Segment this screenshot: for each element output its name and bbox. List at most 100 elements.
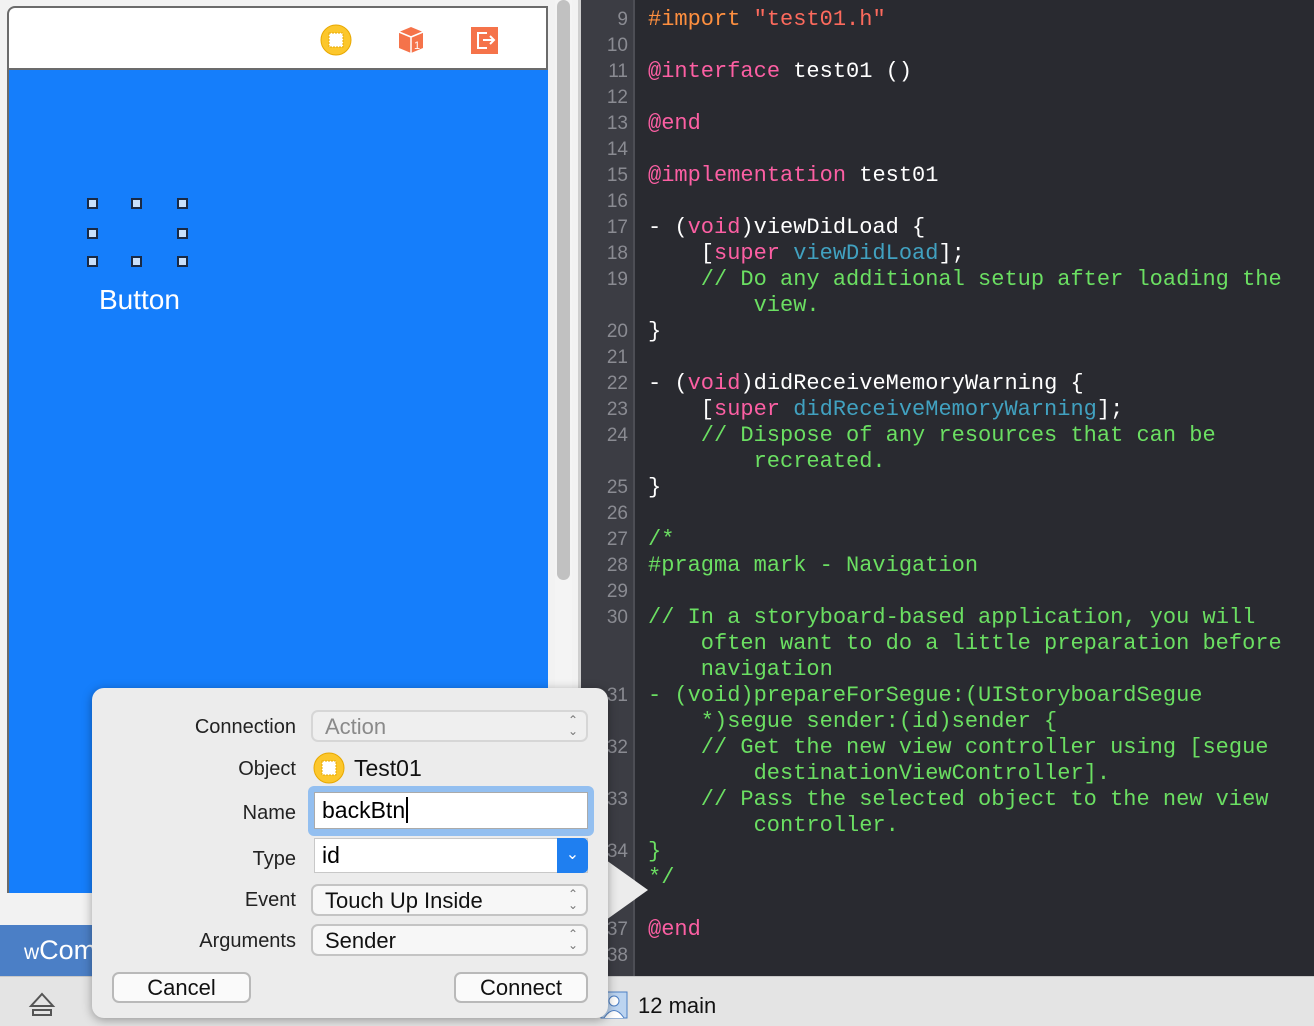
code-line[interactable]: // Dispose of any resources that can be <box>701 423 1216 449</box>
code-token-plain: )viewDidLoad { <box>740 215 926 240</box>
connection-popover: Connection Action ⌃ ⌄ Object Test01 Name b… <box>92 688 608 1018</box>
code-token-keyword: void <box>687 215 741 240</box>
code-line[interactable]: // Do any additional setup after loading… <box>701 267 1282 293</box>
code-token-comment: controller. <box>753 813 899 838</box>
name-label: Name <box>242 802 296 824</box>
code-line[interactable]: // Get the new view controller using [se… <box>701 735 1269 761</box>
code-editor[interactable] <box>635 0 1314 976</box>
arguments-value: Sender <box>325 928 396 953</box>
code-token-comment: #pragma mark - Navigation <box>648 553 979 578</box>
code-token-comment: */ <box>648 865 675 890</box>
code-line[interactable]: @implementation test01 <box>648 163 938 189</box>
code-line[interactable]: often want to do a little preparation be… <box>701 631 1282 657</box>
code-line[interactable]: @end <box>648 111 701 137</box>
code-token-plain: - ( <box>648 371 688 396</box>
code-line[interactable]: } <box>648 839 661 865</box>
resize-handle[interactable] <box>87 228 98 239</box>
resize-handle[interactable] <box>177 256 188 267</box>
code-line[interactable]: [super didReceiveMemoryWarning]; <box>701 397 1123 423</box>
type-combobox[interactable]: id ⌄ <box>314 838 588 873</box>
name-field[interactable]: backBtn <box>314 792 588 829</box>
connection-select[interactable]: Action ⌃ ⌄ <box>311 710 588 742</box>
code-line[interactable]: // In a storyboard-based application, yo… <box>648 605 1255 631</box>
connect-button[interactable]: Connect <box>454 972 588 1003</box>
code-token-method: viewDidLoad <box>793 241 939 266</box>
code-line[interactable]: /* <box>648 527 674 553</box>
canvas-scroll-thumb[interactable] <box>557 0 570 580</box>
code-line[interactable]: #pragma mark - Navigation <box>648 553 978 579</box>
object-library-item[interactable]: wCom <box>0 925 96 976</box>
line-number: 25 <box>606 477 628 498</box>
line-number: 29 <box>606 581 628 602</box>
eject-icon[interactable] <box>28 991 56 1017</box>
line-number: 22 <box>606 373 628 394</box>
exit-icon[interactable] <box>469 24 501 56</box>
item-label: Com <box>39 935 97 965</box>
code-token-plain: )didReceiveMemoryWarning { <box>740 371 1084 396</box>
code-line[interactable]: // Pass the selected object to the new v… <box>701 787 1269 813</box>
code-token-comment: // Pass the selected object to the new v… <box>700 787 1269 812</box>
branch-label: 12 main <box>638 993 717 1018</box>
code-line[interactable]: */ <box>648 865 674 891</box>
button-element[interactable]: Button <box>99 284 180 316</box>
code-token-plain: ]; <box>1096 397 1124 422</box>
resize-handle[interactable] <box>131 198 142 209</box>
code-line[interactable]: navigation <box>701 657 833 683</box>
code-line[interactable]: @interface test01 () <box>648 59 912 85</box>
line-number: 24 <box>606 425 628 446</box>
resize-handle[interactable] <box>131 256 142 267</box>
code-line[interactable]: - (void)prepareForSegue:(UIStoryboardSeg… <box>648 683 1203 709</box>
code-token-keyword: @interface <box>648 59 781 84</box>
object-label: Object <box>238 758 296 780</box>
code-line[interactable]: recreated. <box>754 449 886 475</box>
code-line[interactable]: #import "test01.h" <box>648 7 886 33</box>
code-line[interactable]: } <box>648 475 661 501</box>
cancel-button[interactable]: Cancel <box>112 972 251 1003</box>
code-token-comment: /* <box>648 527 675 552</box>
code-line[interactable]: - (void)didReceiveMemoryWarning { <box>648 371 1084 397</box>
arguments-label: Arguments <box>199 930 296 952</box>
view-controller-icon[interactable] <box>320 24 352 56</box>
arguments-select[interactable]: Sender ⌃ ⌄ <box>311 924 588 956</box>
updown-icon: ⌃ ⌄ <box>567 927 578 952</box>
code-line[interactable]: @end <box>648 917 701 943</box>
event-select[interactable]: Touch Up Inside ⌃ ⌄ <box>311 884 588 916</box>
code-line[interactable]: destinationViewController]. <box>754 761 1110 787</box>
event-value: Touch Up Inside <box>325 888 483 913</box>
line-number: 10 <box>606 35 628 56</box>
code-line[interactable]: - (void)viewDidLoad { <box>648 215 925 241</box>
code-line[interactable]: *)segue sender:(id)sender { <box>701 709 1057 735</box>
text-cursor <box>406 797 409 823</box>
code-token-keyword: @end <box>648 111 701 136</box>
code-token-plain: ]; <box>938 241 965 266</box>
svg-text:1: 1 <box>414 40 420 52</box>
code-line[interactable]: controller. <box>754 813 899 839</box>
line-number: 28 <box>606 555 628 576</box>
first-responder-icon[interactable]: 1 <box>395 24 427 56</box>
resize-handle[interactable] <box>87 198 98 209</box>
line-number: 18 <box>606 243 628 264</box>
updown-icon: ⌃ ⌄ <box>567 713 578 738</box>
resize-handle[interactable] <box>177 198 188 209</box>
popover-arrow <box>606 860 648 920</box>
code-line[interactable]: } <box>648 319 661 345</box>
type-label: Type <box>252 848 296 870</box>
chevron-down-icon[interactable]: ⌄ <box>557 838 588 873</box>
resize-handle[interactable] <box>177 228 188 239</box>
resize-handle[interactable] <box>87 256 98 267</box>
code-token-plain: - ( <box>648 215 688 240</box>
code-token-method: didReceiveMemoryWarning <box>793 397 1097 422</box>
code-token-plain: [ <box>700 241 714 266</box>
code-token-plain: test01 <box>846 163 939 188</box>
code-token-preproc: #import <box>648 7 754 32</box>
line-number: 12 <box>606 87 628 108</box>
code-token-string: "test01.h" <box>753 7 886 32</box>
code-token-comment: // Get the new view controller using [se… <box>700 735 1269 760</box>
code-line[interactable]: view. <box>754 293 820 319</box>
line-number: 15 <box>606 165 628 186</box>
line-number: 9 <box>617 9 628 30</box>
code-line[interactable]: [super viewDidLoad]; <box>701 241 965 267</box>
line-number: 17 <box>606 217 628 238</box>
